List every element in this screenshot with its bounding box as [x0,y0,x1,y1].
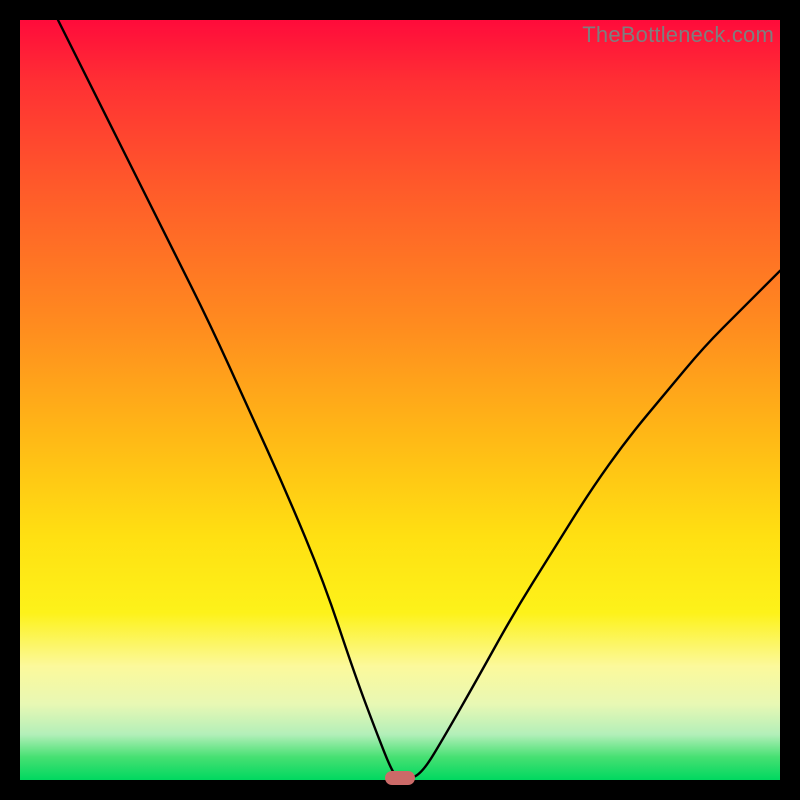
chart-frame: TheBottleneck.com [0,0,800,800]
bottleneck-curve [20,20,780,780]
plot-area: TheBottleneck.com [20,20,780,780]
minimum-marker [385,771,415,785]
